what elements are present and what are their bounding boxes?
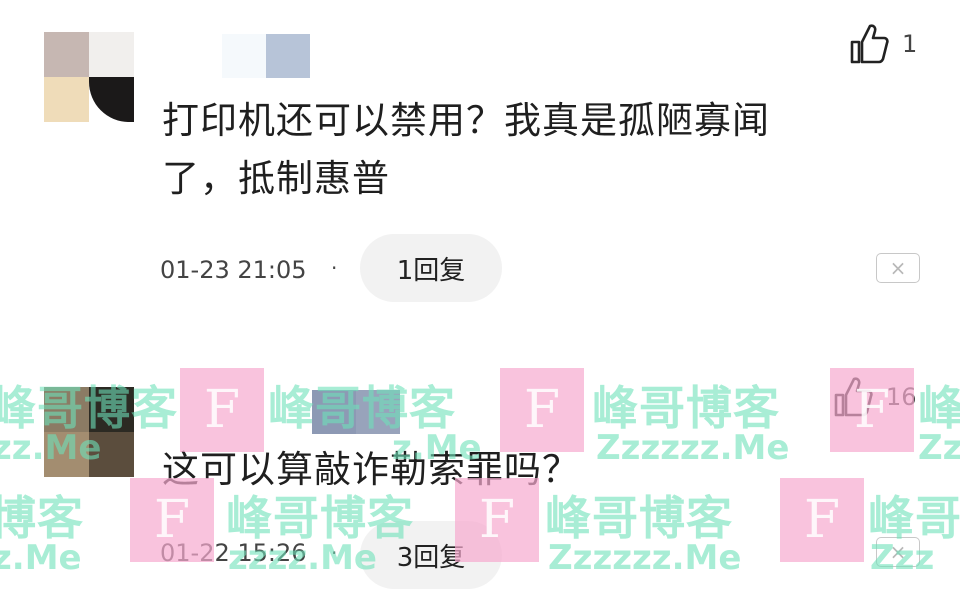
separator-dot: ·	[331, 541, 338, 565]
comment-text-line: 这可以算敲诈勒索罪吗？	[162, 448, 580, 491]
comment-text: 这可以算敲诈勒索罪吗？	[162, 441, 862, 499]
comment-item: 1 打印机还可以禁用？我真是孤陋寡闻 了，抵制惠普 01-23 21:05 · …	[0, 0, 960, 305]
like-count: 16	[886, 383, 917, 411]
comment-text: 打印机还可以禁用？我真是孤陋寡闻 了，抵制惠普	[162, 92, 862, 208]
thumbs-up-icon	[834, 377, 873, 417]
like-button[interactable]: 16	[832, 375, 917, 419]
separator-dot: ·	[331, 256, 338, 280]
reply-button[interactable]: 3回复	[360, 521, 502, 589]
comment-timestamp: 01-22 15:26	[160, 539, 307, 567]
username-blurred[interactable]	[356, 390, 400, 434]
close-icon[interactable]: ×	[876, 253, 920, 283]
comment-item: 16 这可以算敲诈勒索罪吗？ 01-22 15:26 · 3回复 ×	[0, 305, 960, 610]
like-count: 1	[902, 30, 918, 58]
reply-button[interactable]: 1回复	[360, 234, 502, 302]
comment-text-line: 打印机还可以禁用？我真是孤陋寡闻	[162, 99, 770, 142]
avatar[interactable]	[44, 387, 134, 477]
username-blurred[interactable]	[312, 390, 356, 434]
avatar[interactable]	[44, 32, 134, 122]
close-icon[interactable]: ×	[876, 537, 920, 567]
thumbs-up-icon	[850, 24, 889, 64]
comment-timestamp: 01-23 21:05	[160, 256, 307, 284]
comment-text-line: 了，抵制惠普	[162, 157, 390, 200]
like-button[interactable]: 1	[848, 22, 917, 66]
username-blurred[interactable]	[222, 34, 266, 78]
username-blurred[interactable]	[266, 34, 310, 78]
